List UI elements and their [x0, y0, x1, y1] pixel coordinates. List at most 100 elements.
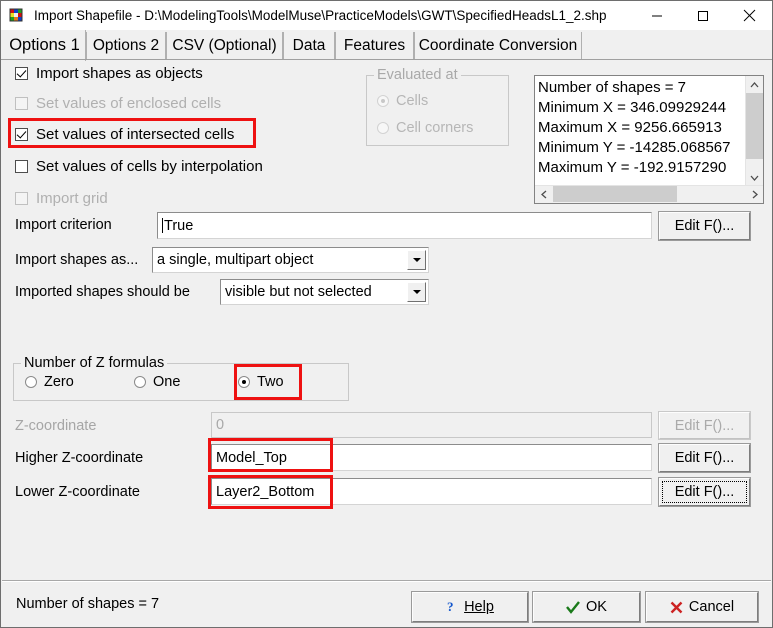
checkbox-label: Set values of intersected cells [36, 126, 235, 143]
edit-function-button-criterion[interactable]: Edit F()... [658, 211, 751, 241]
edit-function-button-z-coordinate: Edit F()... [658, 411, 751, 440]
z-coordinate-label: Z-coordinate [15, 418, 97, 434]
higher-z-coordinate-input[interactable]: Model_Top [211, 444, 652, 471]
info-line: Maximum Y = -192.9157290 [538, 159, 727, 176]
x-mark-icon [670, 601, 683, 614]
scroll-down-icon[interactable] [746, 169, 763, 186]
info-line: Maximum X = 9256.665913 [538, 119, 722, 136]
radio-button [377, 95, 389, 107]
checkbox-box [15, 128, 28, 141]
tab-label: Features [343, 37, 406, 54]
checkbox-label: Set values of cells by interpolation [36, 158, 263, 175]
higher-z-coordinate-label: Higher Z-coordinate [15, 450, 144, 466]
checkbox-box [15, 192, 28, 205]
help-button[interactable]: ? Help [411, 591, 529, 623]
z-coordinate-input: 0 [211, 412, 652, 438]
radio-label: Cell corners [396, 120, 474, 136]
checkbox-box [15, 97, 28, 110]
checkbox-label: Import shapes as objects [36, 65, 203, 82]
lower-z-coordinate-input[interactable]: Layer2_Bottom [211, 478, 652, 505]
tab-data[interactable]: Data [283, 32, 335, 60]
radio-label: Two [257, 374, 284, 390]
info-line: Minimum X = 346.09929244 [538, 99, 727, 116]
radio-z-formulas-two[interactable]: Two [238, 374, 284, 390]
window-title: Import Shapefile - D:\ModelingTools\Mode… [34, 8, 607, 23]
listbox-vertical-scrollbar[interactable] [745, 76, 763, 186]
status-bar: Number of shapes = 7 ? Help OK Cancel [2, 581, 771, 627]
focus-ring [662, 481, 747, 503]
info-line: Minimum Y = -14285.068567 [538, 139, 731, 156]
edit-function-button-lower-z[interactable]: Edit F()... [658, 477, 751, 507]
title-bar: Import Shapefile - D:\ModelingTools\Mode… [1, 1, 772, 30]
tab-label: Coordinate Conversion [418, 37, 578, 54]
checkbox-import-shapes-as-objects[interactable]: Import shapes as objects [15, 65, 203, 82]
higher-z-coordinate-value: Model_Top [216, 449, 287, 466]
radio-evaluated-at-cell-corners: Cell corners [377, 120, 473, 136]
scroll-up-icon[interactable] [746, 76, 763, 93]
vertical-scroll-thumb[interactable] [746, 93, 763, 159]
imported-shapes-should-be-value: visible but not selected [225, 284, 372, 300]
import-shapefile-dialog: Import Shapefile - D:\ModelingTools\Mode… [0, 0, 773, 628]
radio-label: Cells [396, 93, 429, 109]
number-of-z-formulas-groupbox: Number of Z formulas Zero One Two [13, 355, 349, 401]
tab-options-2[interactable]: Options 2 [86, 32, 166, 60]
checkbox-box [15, 67, 28, 80]
scroll-left-icon[interactable] [535, 186, 552, 203]
edit-function-label: Edit F()... [674, 218, 735, 234]
tab-label: CSV (Optional) [172, 37, 277, 54]
edit-function-label: Edit F()... [674, 417, 735, 434]
imported-shapes-should-be-dropdown[interactable]: visible but not selected [220, 279, 429, 305]
ok-button[interactable]: OK [532, 591, 641, 623]
info-line: Number of shapes = 7 [538, 79, 687, 96]
lower-z-coordinate-label: Lower Z-coordinate [15, 484, 140, 500]
tab-csv-optional[interactable]: CSV (Optional) [166, 32, 283, 60]
checkbox-set-values-of-enclosed-cells: Set values of enclosed cells [15, 95, 221, 112]
checkbox-import-grid: Import grid [15, 190, 108, 207]
close-button[interactable] [726, 1, 772, 30]
checkbox-box [15, 160, 28, 173]
tab-features[interactable]: Features [335, 32, 414, 60]
evaluated-at-groupbox: Evaluated at Cells Cell corners [366, 67, 509, 146]
tab-coordinate-conversion[interactable]: Coordinate Conversion [414, 32, 582, 60]
z-formulas-title: Number of Z formulas [21, 355, 168, 371]
radio-label: Zero [44, 374, 74, 390]
tab-label: Options 1 [9, 36, 80, 54]
radio-z-formulas-zero[interactable]: Zero [25, 374, 74, 390]
modelmuse-cube-icon [9, 8, 25, 24]
import-criterion-value: True [164, 217, 194, 234]
evaluated-at-title: Evaluated at [374, 67, 461, 83]
radio-z-formulas-one[interactable]: One [134, 374, 180, 390]
scroll-right-icon[interactable] [746, 186, 763, 203]
radio-button [134, 376, 146, 388]
lower-z-coordinate-value: Layer2_Bottom [216, 483, 315, 500]
checkbox-set-values-of-intersected-cells[interactable]: Set values of intersected cells [15, 126, 234, 143]
radio-evaluated-at-cells: Cells [377, 93, 428, 109]
tab-label: Options 2 [92, 37, 160, 54]
import-shapes-as-value: a single, multipart object [157, 252, 314, 268]
tab-options-1[interactable]: Options 1 [4, 30, 86, 61]
listbox-horizontal-scrollbar[interactable] [535, 185, 763, 203]
z-coordinate-value: 0 [216, 417, 225, 433]
edit-function-button-higher-z[interactable]: Edit F()... [658, 443, 751, 473]
check-mark-icon [566, 600, 580, 614]
text-caret [162, 218, 163, 233]
chevron-down-icon[interactable] [407, 250, 426, 270]
shapefile-info-listbox[interactable]: Number of shapes = 7 Minimum X = 346.099… [534, 75, 764, 204]
tab-strip: Options 1 Options 2 CSV (Optional) Data … [1, 30, 772, 61]
ok-label: OK [586, 599, 607, 615]
import-shapes-as-dropdown[interactable]: a single, multipart object [152, 247, 429, 273]
checkbox-set-values-of-cells-by-interpolation[interactable]: Set values of cells by interpolation [15, 158, 263, 175]
minimize-button[interactable] [634, 1, 680, 30]
tab-label: Data [292, 37, 326, 54]
maximize-button[interactable] [680, 1, 726, 30]
cancel-button[interactable]: Cancel [645, 591, 759, 623]
checkbox-label: Set values of enclosed cells [36, 95, 222, 112]
import-criterion-input[interactable]: True [157, 212, 652, 239]
question-mark-icon: ? [446, 600, 458, 614]
shapefile-info-rows: Number of shapes = 7 Minimum X = 346.099… [538, 78, 745, 178]
horizontal-scroll-thumb[interactable] [553, 186, 677, 202]
chevron-down-icon[interactable] [407, 282, 426, 302]
svg-text:?: ? [447, 600, 454, 614]
edit-function-label: Edit F()... [674, 450, 735, 466]
import-shapes-as-label: Import shapes as... [15, 252, 139, 268]
